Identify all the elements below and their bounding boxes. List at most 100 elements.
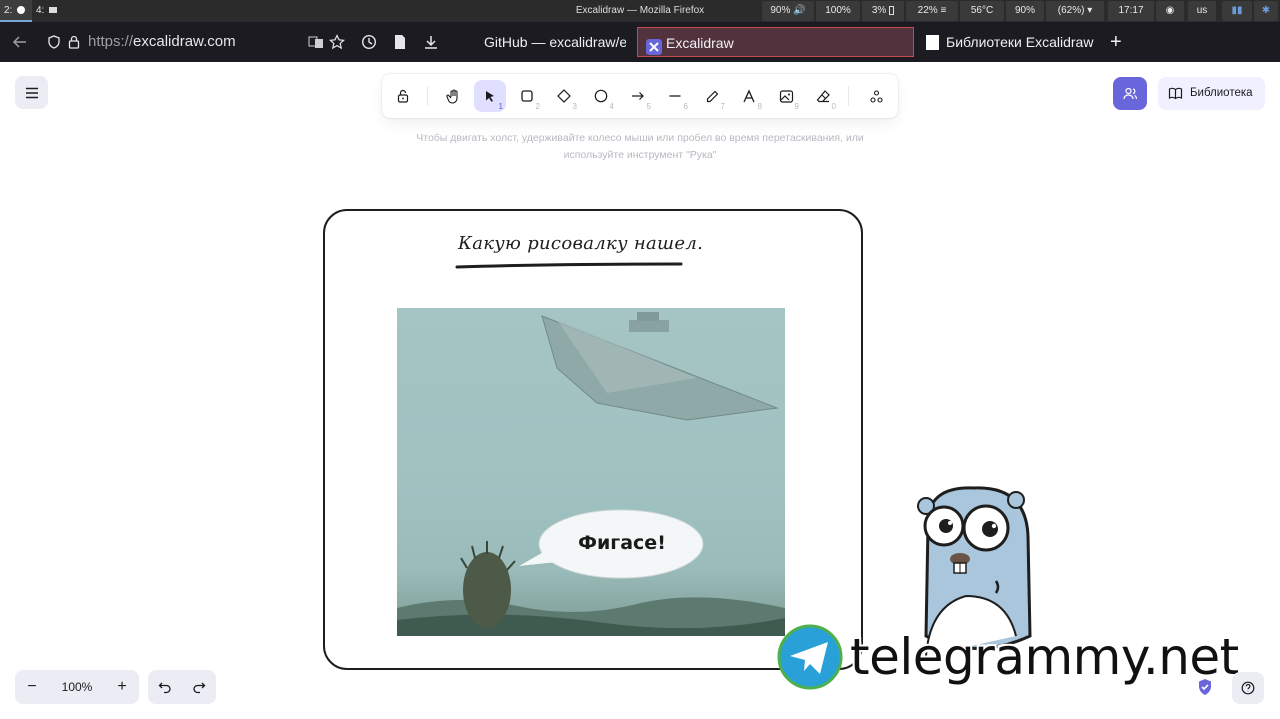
keyboard-layout[interactable]: us (1188, 1, 1216, 21)
cpu-indicator: 22% ≡ (906, 1, 958, 21)
tool-image[interactable]: 9 (770, 80, 802, 112)
tab-label: Excalidraw (666, 35, 734, 51)
tool-arrow[interactable]: 5 (622, 80, 654, 112)
shortcut-key: 9 (794, 102, 799, 111)
folder-icon (49, 7, 58, 14)
lock-icon (397, 89, 409, 103)
main-menu-button[interactable] (15, 76, 48, 109)
image-icon (779, 89, 793, 103)
new-tab-button[interactable]: + (1110, 32, 1122, 52)
url-bar[interactable]: https://excalidraw.com (88, 32, 236, 52)
workspace-label: 2: (4, 5, 13, 16)
telegram-logo-icon (777, 624, 843, 690)
book-icon (1168, 87, 1183, 100)
tool-diamond[interactable]: 3 (548, 80, 580, 112)
canvas-underline-stroke[interactable] (455, 261, 685, 271)
shield-check-icon[interactable] (1197, 678, 1213, 696)
help-button[interactable] (1232, 672, 1264, 704)
downloads-button[interactable] (419, 30, 443, 54)
wifi-icon: ▾ (1087, 5, 1093, 16)
github-icon (464, 34, 480, 50)
ellipse-icon (594, 89, 608, 103)
firefox-icon (17, 6, 26, 15)
shortcut-key: 4 (609, 102, 614, 111)
history-button[interactable] (357, 30, 381, 54)
signal-bars-icon: ▮▮ (1231, 5, 1243, 16)
shortcut-key: 3 (572, 102, 577, 111)
volume-indicator[interactable]: 90% 🔊 (762, 1, 814, 21)
canvas-handwritten-heading[interactable]: Какую рисовалку нашел. (458, 233, 703, 254)
download-icon (425, 36, 437, 49)
browser-toolbar: https://excalidraw.com GitHub — excalidr… (0, 22, 1280, 62)
rectangle-icon (521, 90, 533, 102)
watermark-text: telegrammy.net (850, 628, 1239, 686)
collaborate-button[interactable] (1113, 77, 1147, 110)
lock-icon (68, 35, 80, 49)
undo-button[interactable] (148, 670, 182, 704)
eye-indicator[interactable]: ◉ (1156, 1, 1184, 21)
bookmark-star-button[interactable] (325, 30, 349, 54)
shortcut-key: 1 (498, 102, 503, 111)
redo-button[interactable] (182, 670, 216, 704)
tool-lock[interactable] (387, 80, 419, 112)
back-button[interactable] (8, 30, 32, 54)
hand-icon (445, 88, 458, 104)
active-window-title: Excalidraw — Mozilla Firefox (575, 5, 705, 16)
tool-line[interactable]: 6 (659, 80, 691, 112)
library-button[interactable]: Библиотека (1158, 77, 1265, 110)
bluetooth-icon: ✱ (1261, 5, 1271, 16)
hamburger-icon (25, 87, 38, 98)
workspace-label: 4: (36, 5, 45, 16)
page-favicon-icon (926, 35, 939, 50)
excalidraw-app: 1 2 3 4 5 6 7 8 9 0 Чтобы двигать холст,… (0, 62, 1280, 719)
eraser-icon (816, 89, 830, 102)
canvas-hint: Чтобы двигать холст, удерживайте колесо … (396, 130, 884, 164)
temperature-indicator: 56°C (960, 1, 1004, 21)
page-button[interactable] (388, 30, 412, 54)
zoom-controls: − 100% + (15, 670, 139, 704)
tab-libraries[interactable]: Библиотеки Excalidraw (918, 27, 1108, 57)
document-icon (395, 35, 405, 49)
memory-indicator: 90% (1006, 1, 1044, 21)
tool-pencil[interactable]: 7 (696, 80, 728, 112)
tool-text[interactable]: 8 (733, 80, 765, 112)
canvas-image-hedgehog-fog[interactable]: Фигасе! (397, 308, 785, 636)
url-protocol: https:// (88, 33, 134, 50)
tool-eraser[interactable]: 0 (807, 80, 839, 112)
bluetooth-indicator[interactable]: ✱ (1254, 1, 1278, 21)
eye-icon: ◉ (1165, 5, 1175, 16)
redo-icon (193, 682, 206, 694)
zoom-out-button[interactable]: − (15, 670, 49, 704)
speaker-icon: 🔊 (793, 5, 806, 16)
text-icon (742, 88, 755, 102)
battery-icon (889, 5, 895, 15)
toolbar-divider (427, 86, 428, 106)
library-label: Библиотека (1190, 87, 1253, 99)
workspace-4[interactable]: 4: (32, 0, 62, 22)
cursor-arrow-icon (486, 91, 494, 102)
zoom-in-button[interactable]: + (105, 670, 139, 704)
tool-rectangle[interactable]: 2 (511, 80, 543, 112)
tab-github[interactable]: GitHub — excalidraw/ex (456, 27, 626, 57)
undo-icon (158, 682, 171, 694)
star-icon (329, 34, 345, 50)
shortcut-key: 2 (535, 102, 540, 111)
tool-more-shapes[interactable] (860, 80, 892, 112)
toolbar-divider (848, 86, 849, 106)
tool-hand[interactable] (437, 80, 469, 112)
site-info-button[interactable] (62, 30, 86, 54)
network-bars-indicator: ▮▮ (1222, 1, 1252, 21)
arrow-icon (632, 92, 644, 100)
undo-redo-controls (148, 670, 216, 704)
translate-icon (308, 36, 323, 48)
zoom-level-reset-button[interactable]: 100% (49, 670, 105, 704)
workspace-2[interactable]: 2: (0, 0, 32, 22)
tab-excalidraw[interactable]: Excalidraw (637, 27, 914, 57)
wifi-indicator[interactable]: (62%) ▾ (1046, 1, 1104, 21)
shapes-icon (869, 89, 883, 103)
tool-ellipse[interactable]: 4 (585, 80, 617, 112)
tool-selection[interactable]: 1 (474, 80, 506, 112)
pencil-icon (706, 90, 718, 102)
line-icon (669, 95, 681, 97)
clock-icon (361, 34, 377, 50)
